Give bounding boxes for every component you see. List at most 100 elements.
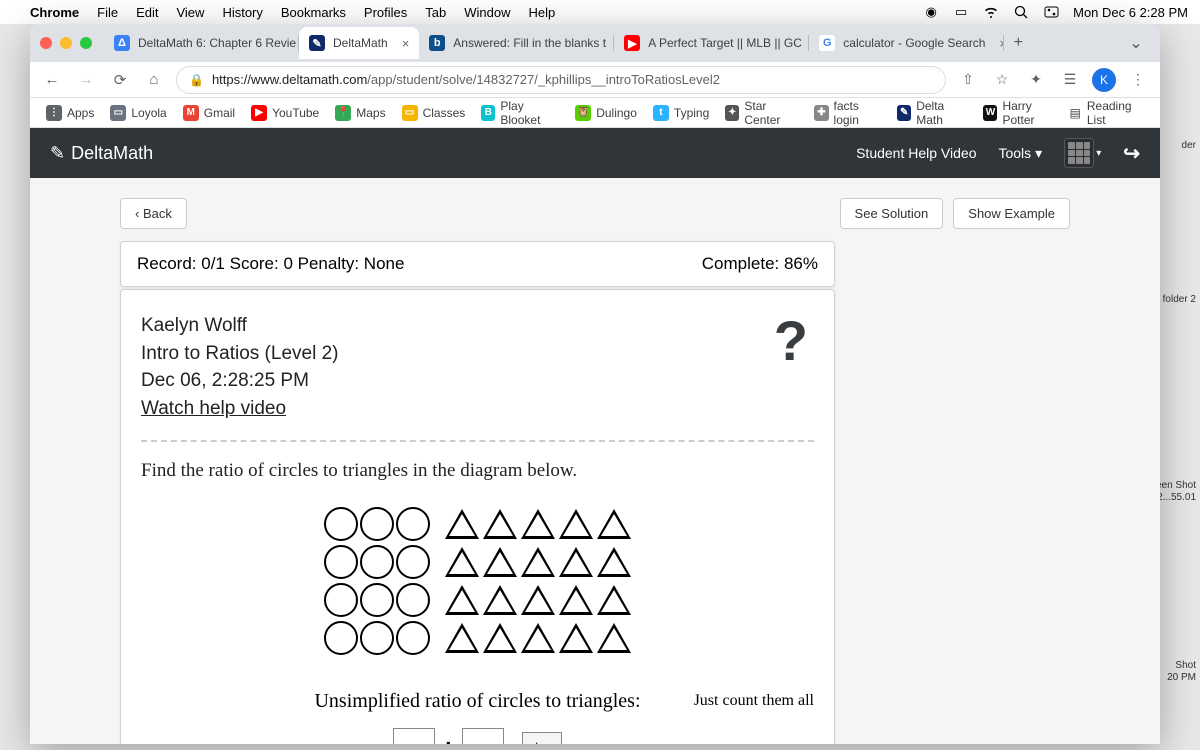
triangle-shape — [521, 547, 555, 577]
menu-help[interactable]: Help — [529, 5, 556, 20]
bookmark-item[interactable]: BPlay Blooket — [475, 95, 565, 131]
close-window[interactable] — [40, 37, 52, 49]
triangle-shape — [597, 547, 631, 577]
bookmark-icon: 🦉 — [575, 105, 591, 121]
menubar-clock[interactable]: Mon Dec 6 2:28 PM — [1073, 5, 1188, 20]
nav-reload[interactable]: ⟳ — [108, 71, 132, 89]
dm-content: ‹ Back See Solution Show Example Record:… — [30, 178, 1160, 744]
browser-tab[interactable]: Δ DeltaMath 6: Chapter 6 Revie × — [104, 27, 299, 59]
control-center-icon[interactable] — [1043, 4, 1059, 20]
browser-tab[interactable]: ▶ A Perfect Target || MLB || GC × — [614, 27, 809, 59]
ratio-input-2[interactable] — [462, 728, 504, 744]
tab-title: Answered: Fill in the blanks t — [453, 36, 606, 50]
bookmark-label: Typing — [674, 106, 709, 120]
extensions-icon[interactable]: ✦ — [1024, 71, 1048, 88]
circle-shape — [360, 621, 394, 655]
triangle-shape — [521, 509, 555, 539]
bookmark-label: YouTube — [272, 106, 319, 120]
back-label: Back — [143, 206, 172, 221]
browser-tab[interactable]: b Answered: Fill in the blanks t × — [419, 27, 614, 59]
bookmark-item[interactable]: ✚facts login — [808, 95, 887, 131]
triangle-shape — [559, 623, 593, 653]
bookmark-icon: ✦ — [725, 105, 739, 121]
show-example-button[interactable]: Show Example — [953, 198, 1070, 229]
star-icon[interactable]: ☆ — [990, 71, 1014, 88]
bookmark-item[interactable]: ✎Delta Math — [891, 95, 973, 131]
circle-shape — [360, 545, 394, 579]
shape-diagram — [141, 507, 814, 655]
kebab-icon[interactable]: ⋮ — [1126, 71, 1150, 88]
bookmark-icon: M — [183, 105, 199, 121]
share-icon[interactable]: ⇧ — [956, 71, 980, 88]
watch-help-video[interactable]: Watch help video — [141, 398, 286, 419]
nav-back[interactable]: ← — [40, 71, 64, 88]
minimize-window[interactable] — [60, 37, 72, 49]
profile-avatar[interactable]: K — [1092, 68, 1116, 92]
student-name: Kaelyn Wolff — [141, 312, 814, 340]
ratio-input-1[interactable] — [393, 728, 435, 744]
chevron-left-icon: ‹ — [135, 206, 143, 221]
calculator-icon[interactable]: ▾ — [1064, 138, 1101, 168]
bookmark-item[interactable]: WHarry Potter — [977, 95, 1065, 131]
bookmark-item[interactable]: 📍Maps — [329, 95, 391, 131]
problem-title: Intro to Ratios (Level 2) — [141, 340, 814, 368]
omnibox[interactable]: 🔒 https://www.deltamath.com/app/student/… — [176, 66, 946, 94]
reading-list[interactable]: ▤ Reading List — [1070, 99, 1150, 127]
bookmark-label: Gmail — [204, 106, 235, 120]
menu-profiles[interactable]: Profiles — [364, 5, 407, 20]
maximize-window[interactable] — [80, 37, 92, 49]
menubar-app[interactable]: Chrome — [30, 5, 79, 20]
bookmark-item[interactable]: ▭Loyola — [104, 95, 172, 131]
bookmark-item[interactable]: ⋮⋮⋮Apps — [40, 95, 100, 131]
bookmark-item[interactable]: ▶YouTube — [245, 95, 325, 131]
bookmark-item[interactable]: tTyping — [647, 95, 715, 131]
desktop-folder: d folder 2 — [1154, 294, 1196, 306]
circle-shape — [360, 507, 394, 541]
triangle-shape — [597, 509, 631, 539]
battery-icon[interactable]: ▭ — [953, 4, 969, 20]
new-tab-button[interactable]: + — [1004, 29, 1032, 57]
sidepanel-icon[interactable]: ☰ — [1058, 71, 1082, 88]
back-button[interactable]: ‹ Back — [120, 198, 187, 229]
circle-shape — [324, 545, 358, 579]
search-icon[interactable] — [1013, 4, 1029, 20]
triangle-shape — [597, 623, 631, 653]
student-help-video[interactable]: Student Help Video — [856, 145, 976, 161]
menu-bookmarks[interactable]: Bookmarks — [281, 5, 346, 20]
bookmark-label: facts login — [834, 99, 882, 127]
see-solution-button[interactable]: See Solution — [840, 198, 944, 229]
bookmark-item[interactable]: ▭Classes — [396, 95, 472, 131]
menu-tab[interactable]: Tab — [425, 5, 446, 20]
bookmark-label: Maps — [356, 106, 385, 120]
menu-edit[interactable]: Edit — [136, 5, 158, 20]
menu-view[interactable]: View — [176, 5, 204, 20]
bookmark-item[interactable]: 🦉Dulingo — [569, 95, 643, 131]
ratio-colon: : — [445, 733, 452, 744]
menu-window[interactable]: Window — [464, 5, 510, 20]
exit-icon[interactable]: ↪ — [1123, 141, 1140, 166]
try-button[interactable]: try — [522, 732, 562, 744]
triangle-shape — [445, 623, 479, 653]
browser-tab[interactable]: ✎ DeltaMath × — [299, 27, 419, 59]
problem-card: ? Kaelyn Wolff Intro to Ratios (Level 2)… — [120, 289, 835, 744]
desktop-shot2b: 20 PM — [1167, 672, 1196, 684]
bookmark-item[interactable]: ✦Star Center — [719, 95, 804, 131]
tab-title: calculator - Google Search — [843, 36, 985, 50]
url-host: https://www.deltamath.com — [212, 72, 367, 87]
tab-close-icon[interactable]: × — [396, 36, 410, 51]
nav-forward: → — [74, 71, 98, 88]
dm-brand[interactable]: ✎ DeltaMath — [50, 143, 153, 164]
wifi-icon[interactable] — [983, 4, 999, 20]
browser-toolbar: ← → ⟳ ⌂ 🔒 https://www.deltamath.com/app/… — [30, 62, 1160, 98]
tools-dropdown[interactable]: Tools ▾ — [998, 145, 1042, 162]
help-question-icon[interactable]: ? — [774, 308, 808, 373]
browser-tab[interactable]: G calculator - Google Search × — [809, 27, 1004, 59]
record-right: Complete: 86% — [702, 254, 818, 274]
menu-history[interactable]: History — [222, 5, 262, 20]
tabstrip-chevron[interactable]: ⌄ — [1122, 33, 1150, 53]
tools-label: Tools — [998, 145, 1031, 161]
menu-file[interactable]: File — [97, 5, 118, 20]
screenrec-icon[interactable]: ◉ — [923, 4, 939, 20]
nav-home[interactable]: ⌂ — [142, 71, 166, 88]
bookmark-item[interactable]: M Gmail — [177, 95, 241, 131]
